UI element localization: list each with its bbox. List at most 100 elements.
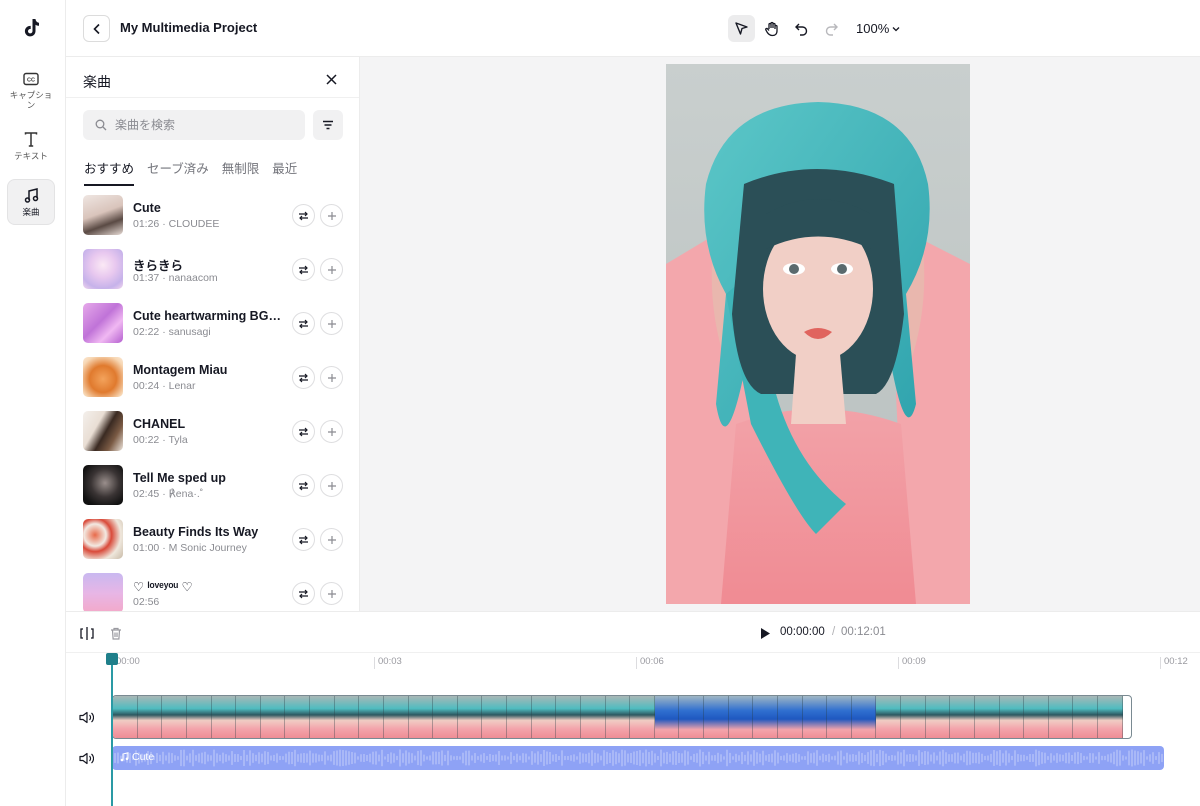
delete-button[interactable]: [107, 624, 125, 642]
timeline-toolbar: 00:00:00 / 00:12:01: [66, 611, 1200, 652]
captions-icon: CC: [22, 70, 40, 87]
video-frame-thumbnail: [162, 696, 187, 738]
video-frame-thumbnail: [679, 696, 704, 738]
speaker-icon: [78, 711, 94, 723]
timeline[interactable]: 00:00 00:03 00:06 00:09 00:12 Cute: [66, 652, 1200, 806]
track-meta: 02:56: [133, 596, 159, 608]
replace-track-button[interactable]: [292, 312, 315, 335]
tab-recommended[interactable]: おすすめ: [84, 158, 135, 186]
video-frame-thumbnail: [383, 696, 409, 738]
playhead-line[interactable]: [111, 663, 113, 806]
list-item[interactable]: CHANEL 00:22 · Tyla: [66, 411, 359, 465]
replace-track-button[interactable]: [292, 420, 315, 443]
hand-icon: [764, 21, 778, 36]
list-item[interactable]: ♡ ˡᵒᵛᵉʸᵒᵘ ♡ 02:56: [66, 573, 359, 611]
add-track-button[interactable]: [320, 258, 343, 281]
tab-unlimited[interactable]: 無制限: [222, 158, 260, 186]
list-item[interactable]: Cute heartwarming BGM... 02:22 · sanusag…: [66, 303, 359, 357]
tab-saved[interactable]: セーブ済み: [147, 158, 209, 186]
video-frame-thumbnail: [851, 696, 877, 738]
add-track-button[interactable]: [320, 366, 343, 389]
filter-button[interactable]: [313, 110, 343, 140]
video-clip[interactable]: [112, 695, 1132, 739]
swap-icon: [299, 211, 308, 220]
audio-clip-label: Cute: [120, 751, 154, 763]
video-frame-thumbnail: [457, 696, 483, 738]
list-item[interactable]: Montagem Miau 00:24 · Lenar: [66, 357, 359, 411]
video-frame-thumbnail: [630, 696, 655, 738]
add-track-button[interactable]: [320, 474, 343, 497]
playhead-handle[interactable]: [106, 653, 118, 665]
close-panel-button[interactable]: [323, 71, 339, 87]
plus-icon: [327, 535, 336, 544]
chevron-down-icon: [892, 26, 900, 31]
split-button[interactable]: [78, 624, 96, 642]
track-name: CHANEL: [133, 417, 186, 431]
video-preview[interactable]: [666, 64, 970, 604]
back-button[interactable]: [83, 15, 110, 42]
video-frame-thumbnail: [1073, 696, 1098, 738]
ruler-label: 00:12: [1160, 657, 1188, 669]
add-track-button[interactable]: [320, 582, 343, 605]
video-track-volume-button[interactable]: [78, 709, 94, 725]
replace-track-button[interactable]: [292, 528, 315, 551]
project-title: My Multimedia Project: [120, 20, 258, 35]
preview-canvas[interactable]: [360, 57, 1200, 611]
rail-item-captions[interactable]: CC キャプション: [7, 64, 55, 110]
video-frame-thumbnail: [186, 696, 212, 738]
zoom-dropdown[interactable]: 100%: [856, 21, 900, 36]
add-track-button[interactable]: [320, 420, 343, 443]
video-frame-thumbnail: [777, 696, 803, 738]
add-track-button[interactable]: [320, 204, 343, 227]
replace-track-button[interactable]: [292, 582, 315, 605]
tab-recent[interactable]: 最近: [272, 158, 297, 186]
hand-tool-button[interactable]: [758, 15, 785, 42]
video-frame-thumbnail: [531, 696, 557, 738]
video-frame-thumbnail: [728, 696, 754, 738]
video-frame-thumbnail: [359, 696, 384, 738]
music-note-icon: [120, 752, 129, 762]
track-artist: M Sonic Journey: [168, 542, 247, 554]
video-frame-thumbnail: [211, 696, 237, 738]
rail-item-music[interactable]: 楽曲: [7, 179, 55, 225]
replace-track-button[interactable]: [292, 204, 315, 227]
audio-track-volume-button[interactable]: [78, 750, 94, 766]
track-thumbnail: [83, 465, 123, 505]
list-item[interactable]: Cute 01:26 · CLOUDEE: [66, 195, 359, 249]
replace-track-button[interactable]: [292, 366, 315, 389]
audio-clip[interactable]: Cute: [112, 746, 1164, 770]
tiktok-logo-icon[interactable]: [19, 16, 43, 40]
panel-title: 楽曲: [83, 74, 111, 90]
track-duration: 00:24: [133, 380, 160, 392]
select-tool-button[interactable]: [728, 15, 755, 42]
track-name: Cute heartwarming BGM...: [133, 309, 283, 323]
portrait-image: [666, 64, 970, 604]
play-icon: [761, 627, 770, 639]
replace-track-button[interactable]: [292, 258, 315, 281]
video-frame-thumbnail: [285, 696, 310, 738]
list-item[interactable]: きらきら 01:37 · nanaacom: [66, 249, 359, 303]
list-item[interactable]: Tell Me sped up 02:45 · ℟ena·.˚: [66, 465, 359, 519]
track-artist: sanusagi: [168, 326, 211, 338]
video-frame-thumbnail: [704, 696, 729, 738]
video-frame-thumbnail: [999, 696, 1025, 738]
trash-icon: [111, 627, 121, 640]
add-track-button[interactable]: [320, 528, 343, 551]
track-thumbnail: [83, 249, 123, 289]
list-item[interactable]: Beauty Finds Its Way 01:00 · M Sonic Jou…: [66, 519, 359, 573]
redo-button[interactable]: [818, 15, 845, 42]
plus-icon: [327, 589, 336, 598]
undo-button[interactable]: [788, 15, 815, 42]
track-artist: ℟ena·.˚: [168, 488, 204, 500]
play-button[interactable]: [756, 624, 774, 642]
track-name: Cute: [133, 201, 161, 215]
music-search-input[interactable]: [115, 118, 295, 132]
top-header: My Multimedia Project 100%: [66, 0, 1200, 57]
rail-item-text[interactable]: テキスト: [7, 124, 55, 170]
swap-icon: [299, 481, 308, 490]
replace-track-button[interactable]: [292, 474, 315, 497]
music-search-box[interactable]: [83, 110, 305, 140]
ruler-label: 00:03: [374, 657, 402, 669]
swap-icon: [299, 589, 308, 598]
add-track-button[interactable]: [320, 312, 343, 335]
